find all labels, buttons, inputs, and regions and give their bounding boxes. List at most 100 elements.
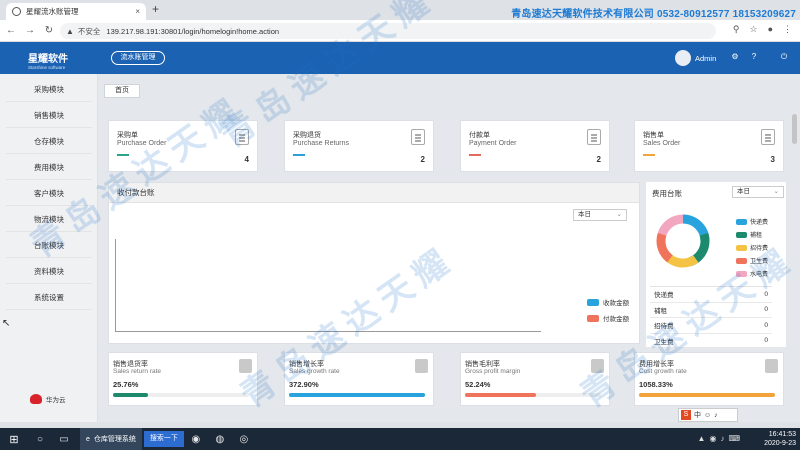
document-icon xyxy=(239,359,252,373)
browser-tab-bar: 星耀流水账管理 × + 青岛速达天耀软件技术有限公司 0532-80912577… xyxy=(0,0,800,20)
card-purchase-returns[interactable]: 采购退货 Purchase Returns 2 xyxy=(284,120,434,172)
task-view-icon[interactable]: ▭ xyxy=(52,434,76,445)
browser-tab[interactable]: 星耀流水账管理 × xyxy=(6,3,146,20)
fee-legend: 快递费 補租 招待费 卫生费 水电费 xyxy=(736,215,768,280)
forward-icon[interactable]: → xyxy=(22,25,38,36)
camera-icon xyxy=(591,359,604,373)
progress-track xyxy=(113,393,249,397)
table-row: 快递费 0 xyxy=(650,287,772,303)
sidebar-item-ledger[interactable]: 台账模块 xyxy=(6,234,92,258)
ledger-period-select[interactable]: 本日 ⌄ xyxy=(573,209,627,221)
taskbar-app-ie[interactable]: e 仓库管理系统 xyxy=(80,428,142,450)
progress-fill xyxy=(639,393,775,397)
main-content: 首页 采购单 Purchase Order 4 采购退货 Purchase Re… xyxy=(98,74,800,422)
tab-close-icon[interactable]: × xyxy=(135,7,140,16)
sidebar-item-sales[interactable]: 销售模块 xyxy=(6,104,92,128)
progress-fill xyxy=(465,393,536,397)
fee-period-select[interactable]: 本日 ⌄ xyxy=(732,186,784,198)
rate-card-sales-growth[interactable]: 销售增长率 Sales growth rate 372.90% xyxy=(284,352,434,406)
progress-fill xyxy=(113,393,148,397)
sidebar-item-data[interactable]: 资料模块 xyxy=(6,260,92,284)
fee-donut-chart xyxy=(656,214,710,268)
fee-panel: 费用台账 本日 ⌄ 快递费 補租 招待费 卫生费 水电费 快递费 0 補租 0 招待… xyxy=(646,182,786,349)
fee-legend-item[interactable]: 快递费 xyxy=(736,215,768,228)
tab-title: 星耀流水账管理 xyxy=(26,7,79,16)
address-bar: ← → ↻ ▲ 不安全 139.217.98.191:30801/login/h… xyxy=(0,20,800,42)
windows-start-icon[interactable]: ⊞ xyxy=(0,433,28,446)
sidebar-item-settings[interactable]: 系统设置 xyxy=(6,286,92,310)
ie-icon: e xyxy=(86,435,90,443)
breadcrumb-home-tab[interactable]: 首页 xyxy=(104,84,140,98)
clipboard-icon xyxy=(235,129,249,145)
accent-bar xyxy=(293,154,305,156)
table-row: 補租 0 xyxy=(650,303,772,318)
sidebar-item-purchase[interactable]: 采购模块 xyxy=(6,78,92,102)
progress-track xyxy=(639,393,775,397)
url-input[interactable]: ▲ 不安全 139.217.98.191:30801/login/homelog… xyxy=(60,23,716,39)
legend-income[interactable]: 收款金额 xyxy=(587,297,629,307)
document-icon xyxy=(415,359,428,373)
sidebar-item-expenses[interactable]: 费用模块 xyxy=(6,156,92,180)
reload-icon[interactable]: ↻ xyxy=(41,25,57,36)
rate-card-gross-margin[interactable]: 销售毛利率 Gross profit margin 52.24% xyxy=(460,352,610,406)
sidebar-item-customers[interactable]: 客户模块 xyxy=(6,182,92,206)
system-tray-icons[interactable]: ▲◉♪⌨ xyxy=(698,434,744,443)
huawei-logo-icon xyxy=(30,394,42,404)
checklist-icon xyxy=(761,129,775,145)
legend-payment[interactable]: 付款金额 xyxy=(587,313,629,323)
new-tab-button[interactable]: + xyxy=(152,2,159,16)
chevron-down-icon: ⌄ xyxy=(616,211,622,218)
ledger-panel: 收付款台账 本日 ⌄ 收款金额 付款金额 xyxy=(108,182,640,344)
star-icon[interactable]: ☆ xyxy=(749,24,757,35)
fee-title: 费用台账 xyxy=(652,189,682,198)
fee-legend-item[interactable]: 水电费 xyxy=(736,267,768,280)
gear-icon[interactable]: ⚙ xyxy=(730,52,740,62)
clock[interactable]: 16:41:53 2020-9-23 xyxy=(764,430,796,448)
360-icon[interactable]: ◍ xyxy=(208,434,232,445)
profile-icon[interactable]: ● xyxy=(768,24,773,35)
card-purchase-order[interactable]: 采购单 Purchase Order 4 xyxy=(108,120,258,172)
accent-bar xyxy=(469,154,481,156)
card-sales-order[interactable]: 销售单 Sales Order 3 xyxy=(634,120,784,172)
mouse-cursor-icon: ↖ xyxy=(2,318,11,329)
avatar[interactable] xyxy=(675,50,691,66)
ledger-title: 收付款台账 xyxy=(109,183,639,203)
search-icon[interactable]: ○ xyxy=(28,434,52,445)
sidebar-item-logistics[interactable]: 物流模块 xyxy=(6,208,92,232)
fee-legend-item[interactable]: 卫生费 xyxy=(736,254,768,267)
fee-legend-item[interactable]: 補租 xyxy=(736,228,768,241)
sidebar-item-warehouse[interactable]: 仓存模块 xyxy=(6,130,92,154)
page-scrollbar[interactable] xyxy=(792,114,797,144)
back-icon[interactable]: ← xyxy=(3,25,19,36)
bar-chart-icon xyxy=(765,359,778,373)
payment-icon xyxy=(587,129,601,145)
help-icon[interactable]: ? xyxy=(749,52,759,62)
rate-card-cost-growth[interactable]: 费用增长率 Cost growth rate 1058.33% xyxy=(634,352,784,406)
user-name[interactable]: Admin xyxy=(695,54,716,63)
sidebar: 采购模块 销售模块 仓存模块 费用模块 客户模块 物流模块 台账模块 资料模块 … xyxy=(0,74,98,422)
search-icon[interactable]: ⚲ xyxy=(733,24,740,35)
warning-icon[interactable]: ▲ xyxy=(66,27,74,36)
progress-track xyxy=(289,393,425,397)
chrome-icon[interactable]: ◎ xyxy=(232,434,256,445)
taskbar-search-button[interactable]: 搜索一下 xyxy=(143,431,184,447)
fee-table: 快递费 0 補租 0 招待费 0 卫生费 0 xyxy=(650,286,772,349)
table-row: 招待费 0 xyxy=(650,318,772,334)
menu-icon[interactable]: ⋮ xyxy=(783,24,792,35)
nav-pill-button[interactable]: 流水账管理 xyxy=(111,51,165,65)
progress-track xyxy=(465,393,601,397)
sogou-icon: S xyxy=(681,410,691,420)
fee-legend-item[interactable]: 招待费 xyxy=(736,241,768,254)
card-payment-order[interactable]: 付款单 Payment Order 2 xyxy=(460,120,610,172)
rate-card-sales-return[interactable]: 销售退货率 Sales return rate 25.76% xyxy=(108,352,258,406)
power-icon[interactable]: ⏻ xyxy=(779,52,789,62)
security-label[interactable]: 不安全 xyxy=(78,26,101,37)
ime-toolbar[interactable]: S 中 ☺ ♪ xyxy=(678,408,738,422)
return-doc-icon xyxy=(411,129,425,145)
url-text[interactable]: 139.217.98.191:30801/login/homelogin!hom… xyxy=(106,27,279,36)
accent-bar xyxy=(643,154,655,156)
qq-browser-icon[interactable]: ◉ xyxy=(184,434,208,445)
mic-icon: ♪ xyxy=(714,411,718,419)
chart-y-axis xyxy=(115,239,116,331)
emoji-icon: ☺ xyxy=(704,411,712,419)
